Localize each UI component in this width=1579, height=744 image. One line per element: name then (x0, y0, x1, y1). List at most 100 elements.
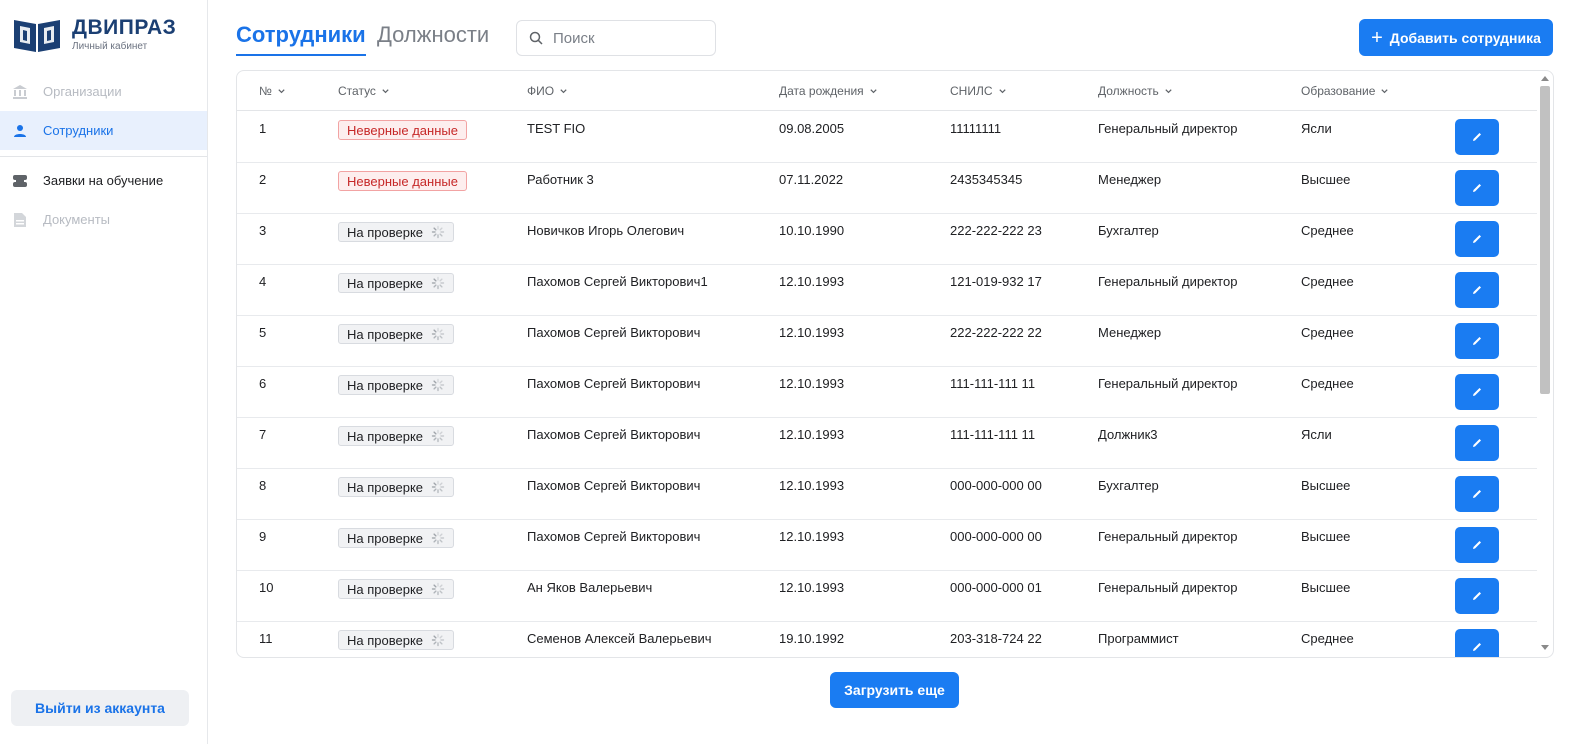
employee-birthdate: 12.10.1993 (779, 376, 845, 391)
employee-fio: Пахомов Сергей Викторович (527, 325, 701, 340)
employee-birthdate: 09.08.2005 (779, 121, 845, 136)
edit-button[interactable] (1455, 527, 1499, 563)
employee-fio: Новичков Игорь Олегович (527, 223, 685, 238)
pencil-icon (1473, 133, 1481, 141)
employee-position: Генеральный директор (1098, 580, 1238, 595)
column-header-snils[interactable]: СНИЛС (950, 84, 1007, 98)
employee-education: Среднее (1301, 325, 1354, 340)
plus-icon: + (1371, 26, 1383, 49)
spinner-icon (431, 378, 445, 392)
status-badge: На проверке (338, 324, 455, 344)
employee-snils: 222-222-222 23 (950, 223, 1042, 238)
employee-education: Ясли (1301, 121, 1332, 136)
employees-table: № Статус ФИО Дата рождения СНИЛС Должнос… (236, 70, 1554, 658)
chevron-down-icon (382, 88, 389, 93)
employee-snils: 111-111-111 11 (950, 376, 1036, 391)
employee-education: Ясли (1301, 427, 1332, 442)
table-row: 11 На проверке Семенов Алексей Валерьевич 1… (237, 622, 1537, 657)
employee-fio: Пахомов Сергей Викторович (527, 478, 701, 493)
edit-button[interactable] (1455, 170, 1499, 206)
column-header-position[interactable]: Должность (1098, 84, 1173, 98)
status-label: На проверке (347, 377, 424, 393)
table-row: 4 На проверке Пахомов Сергей Викторович1 12… (237, 265, 1537, 316)
scroll-up-arrow-icon[interactable] (1541, 76, 1549, 81)
chevron-down-icon (278, 88, 285, 93)
employee-birthdate: 12.10.1993 (779, 427, 845, 442)
pencil-icon (1473, 541, 1481, 549)
employee-position: Генеральный директор (1098, 274, 1238, 289)
tab-employees[interactable]: Сотрудники (236, 22, 366, 56)
sidebar-item-label: Заявки на обучение (43, 173, 164, 188)
employee-fio: Пахомов Сергей Викторович (527, 427, 701, 442)
status-label: Неверные данные (347, 122, 458, 138)
table-row: 9 На проверке Пахомов Сергей Викторович 12.… (237, 520, 1537, 571)
status-badge: Неверные данные (338, 120, 467, 140)
document-icon (12, 212, 28, 228)
pencil-icon (1473, 388, 1481, 396)
edit-button[interactable] (1455, 374, 1499, 410)
employee-snils: 11111111 (950, 121, 1002, 136)
edit-button[interactable] (1455, 629, 1499, 657)
chevron-down-icon (560, 88, 567, 93)
spinner-icon (431, 327, 445, 341)
employee-fio: Пахомов Сергей Викторович (527, 376, 701, 391)
table-row: 5 На проверке Пахомов Сергей Викторович 12.… (237, 316, 1537, 367)
sidebar-item-organizations[interactable]: Организации (0, 72, 207, 111)
add-employee-label: Добавить сотрудника (1389, 29, 1541, 46)
table-row: 7 На проверке Пахомов Сергей Викторович 12.… (237, 418, 1537, 469)
sidebar-item-training-requests[interactable]: Заявки на обучение (0, 161, 207, 200)
add-employee-button[interactable]: + Добавить сотрудника (1359, 19, 1553, 56)
row-number: 8 (259, 478, 267, 493)
employee-snils: 000-000-000 01 (950, 580, 1042, 595)
employee-position: Менеджер (1098, 325, 1162, 340)
load-more-button[interactable]: Загрузить еще (830, 672, 959, 708)
table-row: 3 На проверке Новичков Игорь Олегович 10.10… (237, 214, 1537, 265)
column-header-education[interactable]: Образование (1301, 84, 1389, 98)
table-row: 8 На проверке Пахомов Сергей Викторович 12.… (237, 469, 1537, 520)
chevron-down-icon (1381, 88, 1389, 93)
user-icon (12, 123, 28, 139)
scroll-down-arrow-icon[interactable] (1541, 645, 1549, 650)
tab-positions[interactable]: Должности (377, 22, 489, 48)
employee-position: Менеджер (1098, 172, 1162, 187)
edit-button[interactable] (1455, 221, 1499, 257)
table-scrollbar[interactable] (1537, 70, 1553, 658)
pencil-icon (1473, 286, 1481, 294)
status-badge: Неверные данные (338, 171, 467, 191)
status-label: На проверке (347, 428, 424, 444)
edit-button[interactable] (1455, 476, 1499, 512)
sidebar-item-documents[interactable]: Документы (0, 200, 207, 239)
sidebar-item-employees[interactable]: Сотрудники (0, 111, 207, 150)
brand-subtitle: Личный кабинет (72, 40, 148, 52)
column-header-status[interactable]: Статус (338, 84, 390, 98)
sidebar-item-label: Документы (43, 212, 111, 227)
employee-education: Высшее (1301, 580, 1351, 595)
table-header: № Статус ФИО Дата рождения СНИЛС Должнос… (237, 71, 1537, 111)
status-badge: На проверке (338, 273, 455, 293)
pencil-icon (1473, 337, 1481, 345)
scroll-thumb[interactable] (1540, 86, 1550, 394)
edit-button[interactable] (1455, 323, 1499, 359)
employee-education: Высшее (1301, 478, 1351, 493)
brand-logo[interactable]: ДВИПРАЗ Личный кабинет (12, 14, 176, 54)
column-header-number[interactable]: № (259, 84, 286, 98)
edit-button[interactable] (1455, 425, 1499, 461)
edit-button[interactable] (1455, 578, 1499, 614)
employee-fio: Пахомов Сергей Викторович (527, 529, 701, 544)
employee-fio: TEST FIO (527, 121, 586, 136)
status-label: На проверке (347, 224, 424, 240)
status-label: На проверке (347, 326, 424, 342)
edit-button[interactable] (1455, 119, 1499, 155)
chevron-down-icon (998, 88, 1006, 93)
row-number: 4 (259, 274, 267, 289)
pencil-icon (1473, 643, 1481, 651)
pencil-icon (1473, 439, 1481, 447)
status-badge: На проверке (338, 579, 455, 599)
logout-button[interactable]: Выйти из аккаунта (11, 690, 189, 726)
search-input[interactable] (553, 29, 703, 47)
edit-button[interactable] (1455, 272, 1499, 308)
column-header-fio[interactable]: ФИО (527, 84, 568, 98)
employee-position: Генеральный директор (1098, 121, 1238, 136)
status-badge: На проверке (338, 375, 455, 395)
column-header-birthdate[interactable]: Дата рождения (779, 84, 878, 98)
